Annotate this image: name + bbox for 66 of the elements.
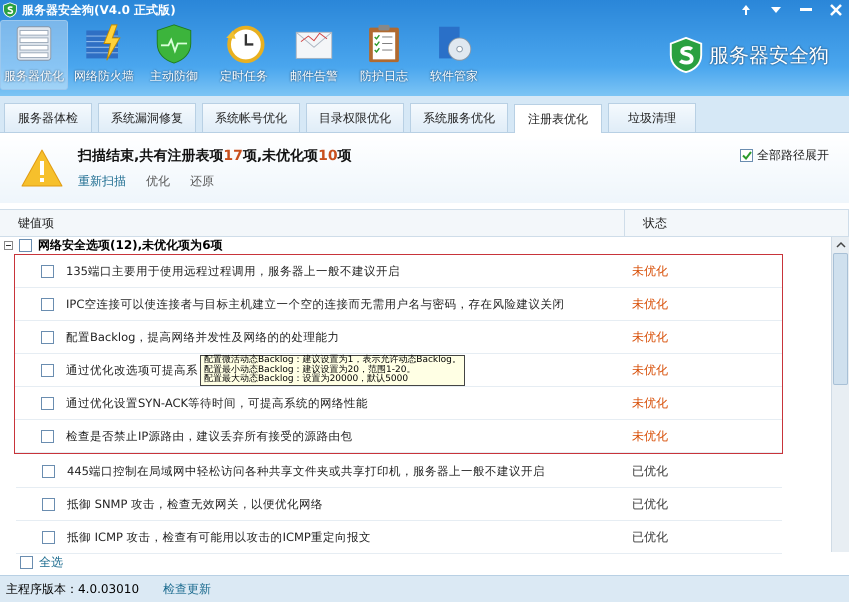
status-text: 未优化: [632, 328, 669, 346]
window-title: 服务器安全狗(V4.0 正式版): [22, 2, 177, 18]
checkbox-label: 全选: [39, 554, 63, 571]
table-row[interactable]: 检查是否禁止IP源路由，建议丢弃所有接受的源路由包 未优化: [15, 420, 782, 453]
row-checkbox[interactable]: [42, 530, 55, 544]
table-row[interactable]: 445端口控制在局域网中轻松访问各种共享文件夹或共享打印机，服务器上一般不建议开启 已优化: [16, 455, 782, 488]
table-cell: 445端口控制在局域网中轻松访问各种共享文件夹或共享打印机，服务器上一般不建议开启: [67, 464, 545, 478]
row-checkbox[interactable]: [41, 330, 54, 344]
tooltip: 配置微活动态Backlog：建议设置为1，表示允许动态Backlog。 配置最小动态Backlog：建议设置为20，范围1-20。 配置最大动态Backlog：设置为20000，默认5000: [200, 355, 465, 386]
status-text: 未优化: [632, 362, 669, 378]
table-row[interactable]: 抵御 SNMP 攻击，检查无效网关，以便优化网络 已优化: [16, 488, 782, 521]
table-row[interactable]: IPC空连接可以使连接者与目标主机建立一个空的连接而无需用户名与密码，存在风险建议关闭 未优化: [15, 288, 782, 321]
row-checkbox[interactable]: [42, 464, 55, 478]
table-row[interactable]: 抵御 ICMP 攻击，检查有可能用以攻击的ICMP重定向报文 已优化: [16, 521, 782, 554]
version-text: 主程序版本：4.0.03010: [6, 580, 140, 598]
row-checkbox[interactable]: [41, 264, 54, 278]
scrollbar-thumb[interactable]: [833, 253, 848, 385]
status-text: 未优化: [632, 262, 669, 280]
brand-logo-icon: [667, 36, 705, 74]
app-logo-icon: [2, 2, 18, 18]
tab[interactable]: 垃圾清理: [608, 103, 696, 132]
table-cell: 检查是否禁止IP源路由，建议丢弃所有接受的源路由包: [66, 428, 352, 442]
table-cell: 135端口主要用于使用远程过程调用，服务器上一般不建议开启: [66, 264, 400, 278]
table-row[interactable]: 配置Backlog，提高网络并发性及网络的的处理能力 未优化: [15, 321, 782, 354]
status-text: 未优化: [632, 428, 669, 444]
status-text: 已优化: [632, 496, 669, 512]
status-text: 已优化: [632, 528, 669, 546]
table-row[interactable]: 通过优化设置SYN-ACK等待时间，可提高系统的网络性能 未优化: [15, 387, 782, 420]
column-header: 状态: [625, 210, 849, 236]
brand-name: 服务器安全狗: [709, 42, 829, 68]
table-cell: 抵御 SNMP 攻击，检查无效网关，以便优化网络: [67, 496, 324, 510]
status-text: 未优化: [632, 296, 669, 312]
action-link[interactable]: 优化: [146, 172, 170, 190]
row-checkbox[interactable]: [41, 396, 54, 410]
tab[interactable]: 系统服务优化: [410, 103, 508, 132]
warning-icon: [20, 148, 64, 188]
group-checkbox[interactable]: [19, 239, 32, 252]
tab[interactable]: 系统帐号优化: [202, 103, 300, 132]
column-header: 键值项: [0, 210, 625, 236]
tab[interactable]: 系统漏洞修复: [98, 103, 196, 132]
table-cell: 通过优化设置SYN-ACK等待时间，可提高系统的网络性能: [66, 396, 368, 410]
table-row[interactable]: 135端口主要用于使用远程过程调用，服务器上一般不建议开启 未优化: [15, 255, 782, 288]
status-text: 未优化: [632, 394, 669, 412]
row-checkbox[interactable]: [41, 430, 54, 442]
action-link[interactable]: 还原: [190, 172, 214, 190]
table-cell: IPC空连接可以使连接者与目标主机建立一个空的连接而无需用户名与密码，存在风险建议关闭: [66, 296, 564, 310]
scan-summary: 扫描结束,共有注册表项17项,未优化项10项: [78, 146, 353, 164]
tab[interactable]: 注册表优化: [514, 104, 602, 133]
group-label: 网络安全选项(12),未优化项为6项: [38, 237, 223, 254]
update-link[interactable]: 检查更新: [163, 580, 212, 598]
checkbox-label: 全部路径展开: [757, 147, 829, 164]
action-link[interactable]: 重新扫描: [78, 172, 126, 190]
tab[interactable]: 目录权限优化: [306, 103, 404, 132]
row-checkbox[interactable]: [41, 298, 54, 310]
scroll-up-icon[interactable]: [836, 241, 846, 249]
row-checkbox[interactable]: [41, 364, 54, 376]
table-row[interactable]: 通过优化改选项可提高系 配置微活动态Backlog：建议设置为1，表示允许动态Backlog。 配置最小动态Backlog：建议设置为20，范围1-20。 配置最大动态Backlog：设置为20000，默认5000 未优化: [15, 354, 782, 387]
tab[interactable]: 服务器体检: [4, 103, 92, 132]
collapse-icon[interactable]: [4, 241, 13, 250]
select-all-checkbox[interactable]: [20, 556, 33, 569]
row-checkbox[interactable]: [42, 498, 55, 510]
table-cell: 配置Backlog，提高网络并发性及网络的的处理能力: [66, 330, 340, 344]
expand-checkbox[interactable]: [740, 149, 753, 162]
table-cell: 抵御 ICMP 攻击，检查有可能用以攻击的ICMP重定向报文: [67, 530, 371, 544]
table-cell: 通过优化改选项可提高系: [66, 362, 198, 376]
status-text: 已优化: [632, 462, 669, 480]
